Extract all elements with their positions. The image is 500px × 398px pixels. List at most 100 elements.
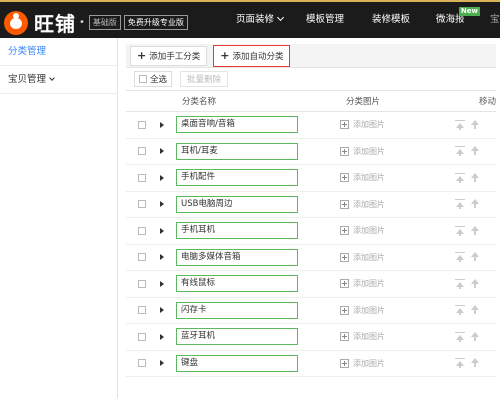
row-checkbox[interactable] [138, 173, 146, 182]
move-up-icon[interactable] [470, 358, 480, 368]
select-all-button[interactable]: 全选 [134, 71, 173, 87]
row-checkbox[interactable] [138, 332, 146, 341]
nav-decoration-templates[interactable]: 装修模板 [364, 2, 428, 38]
move-up-icon[interactable] [470, 305, 480, 315]
logo[interactable]: 旺铺 • 基础版 免费升级专业版 [4, 8, 188, 37]
nav-template-management[interactable]: 模板管理 [298, 2, 364, 38]
logo-icon [4, 10, 28, 35]
category-name-input[interactable]: 耳机/耳麦 [176, 142, 298, 160]
category-name-input[interactable]: 电脑多媒体音箱 [176, 248, 298, 266]
add-manual-category-button[interactable]: + 添加手工分类 [130, 45, 208, 66]
top-bar: 旺铺 • 基础版 免费升级专业版 页面装修 模板管理 装修模板 微海报 New 宝… [0, 0, 500, 38]
add-image-label: 添加图片 [353, 305, 385, 315]
sidebar-item-label: 宝贝管理 [8, 74, 47, 85]
move-to-top-icon[interactable] [455, 358, 465, 369]
add-image-button[interactable]: 添加图片 [340, 278, 450, 289]
move-to-top-icon[interactable] [455, 278, 465, 289]
move-up-icon[interactable] [470, 199, 480, 209]
expand-arrow-icon[interactable] [160, 280, 164, 287]
add-image-button[interactable]: 添加图片 [340, 252, 450, 263]
expand-arrow-icon[interactable] [160, 333, 164, 340]
plus-box-icon [340, 279, 349, 289]
expand-arrow-icon[interactable] [160, 227, 164, 234]
move-controls [450, 119, 480, 130]
expand-arrow-icon[interactable] [160, 121, 164, 128]
add-image-button[interactable]: 添加图片 [340, 119, 450, 130]
row-checkbox[interactable] [138, 253, 146, 262]
add-image-button[interactable]: 添加图片 [340, 199, 450, 210]
row-checkbox[interactable] [138, 147, 146, 156]
new-badge: New [458, 7, 480, 16]
plus-icon: + [137, 49, 147, 62]
column-header-name: 分类名称 [182, 97, 217, 107]
batch-delete-button[interactable]: 批量删除 [180, 71, 229, 87]
add-image-label: 添加图片 [353, 146, 385, 156]
expand-arrow-icon[interactable] [160, 307, 164, 314]
move-to-top-icon[interactable] [455, 172, 465, 183]
button-label: 添加自动分类 [232, 51, 284, 62]
add-image-button[interactable]: 添加图片 [340, 358, 450, 369]
category-name-input[interactable]: 键盘 [176, 354, 298, 372]
add-image-label: 添加图片 [353, 120, 385, 130]
add-image-button[interactable]: 添加图片 [340, 146, 450, 157]
upgrade-button[interactable]: 免费升级专业版 [123, 15, 188, 30]
add-auto-category-button[interactable]: + 添加自动分类 [213, 44, 291, 67]
move-to-top-icon[interactable] [455, 199, 465, 210]
row-checkbox[interactable] [138, 200, 146, 209]
expand-arrow-icon[interactable] [160, 148, 164, 155]
category-name-input[interactable]: 桌面音响/音箱 [176, 116, 298, 134]
nav-page-decoration[interactable]: 页面装修 [228, 2, 298, 38]
sidebar-item-item-management[interactable]: 宝贝管理 [0, 66, 117, 94]
sidebar-item-category-management[interactable]: 分类管理 [0, 38, 117, 66]
row-checkbox[interactable] [138, 226, 146, 235]
table-row: 电脑多媒体音箱 添加图片 [126, 245, 496, 271]
table-header: 分类名称 分类图片 移动 [126, 90, 496, 112]
row-checkbox[interactable] [138, 359, 146, 368]
category-name-input[interactable]: 蓝牙耳机 [176, 328, 298, 346]
expand-arrow-icon[interactable] [160, 360, 164, 367]
row-checkbox[interactable] [138, 120, 146, 129]
column-header-image: 分类图片 [346, 97, 381, 107]
checkbox[interactable] [139, 75, 147, 83]
move-to-top-icon[interactable] [455, 146, 465, 157]
move-to-top-icon[interactable] [455, 305, 465, 316]
row-checkbox[interactable] [138, 279, 146, 288]
move-up-icon[interactable] [470, 225, 480, 236]
add-image-button[interactable]: 添加图片 [340, 331, 450, 342]
expand-arrow-icon[interactable] [160, 174, 164, 181]
select-all-label: 全选 [150, 75, 168, 85]
move-up-icon[interactable] [470, 278, 480, 289]
move-up-icon[interactable] [470, 119, 480, 130]
move-up-icon[interactable] [470, 146, 480, 156]
nav-items[interactable]: 宝贝 [482, 2, 500, 38]
expand-arrow-icon[interactable] [160, 201, 164, 208]
sidebar: 分类管理 宝贝管理 [0, 38, 118, 398]
nav-micro-poster[interactable]: 微海报 New [428, 2, 482, 38]
category-name-input[interactable]: 闪存卡 [176, 301, 298, 319]
table-row: 闪存卡 添加图片 [126, 298, 496, 324]
row-checkbox[interactable] [138, 306, 146, 315]
move-controls [450, 199, 480, 210]
move-controls [450, 146, 480, 157]
edition-badge: 基础版 [88, 15, 121, 30]
move-up-icon[interactable] [470, 252, 480, 262]
category-name-input[interactable]: USB电脑周边 [176, 195, 298, 213]
move-up-icon[interactable] [470, 331, 480, 342]
add-image-label: 添加图片 [353, 173, 385, 183]
move-to-top-icon[interactable] [455, 252, 465, 263]
category-name-input[interactable]: 有线鼠标 [176, 275, 298, 293]
add-image-button[interactable]: 添加图片 [340, 172, 450, 183]
move-to-top-icon[interactable] [455, 225, 465, 236]
move-up-icon[interactable] [470, 172, 480, 183]
move-to-top-icon[interactable] [455, 331, 465, 342]
add-image-label: 添加图片 [353, 358, 385, 368]
category-name-input[interactable]: 手机耳机 [176, 222, 298, 240]
expand-arrow-icon[interactable] [160, 254, 164, 261]
category-name-input[interactable]: 手机配件 [176, 169, 298, 187]
move-to-top-icon[interactable] [455, 119, 465, 130]
plus-box-icon [340, 358, 349, 368]
table-row: 手机耳机 添加图片 [126, 218, 496, 245]
add-image-button[interactable]: 添加图片 [340, 305, 450, 316]
add-image-button[interactable]: 添加图片 [340, 225, 450, 236]
table-row: 桌面音响/音箱 添加图片 [126, 112, 496, 139]
